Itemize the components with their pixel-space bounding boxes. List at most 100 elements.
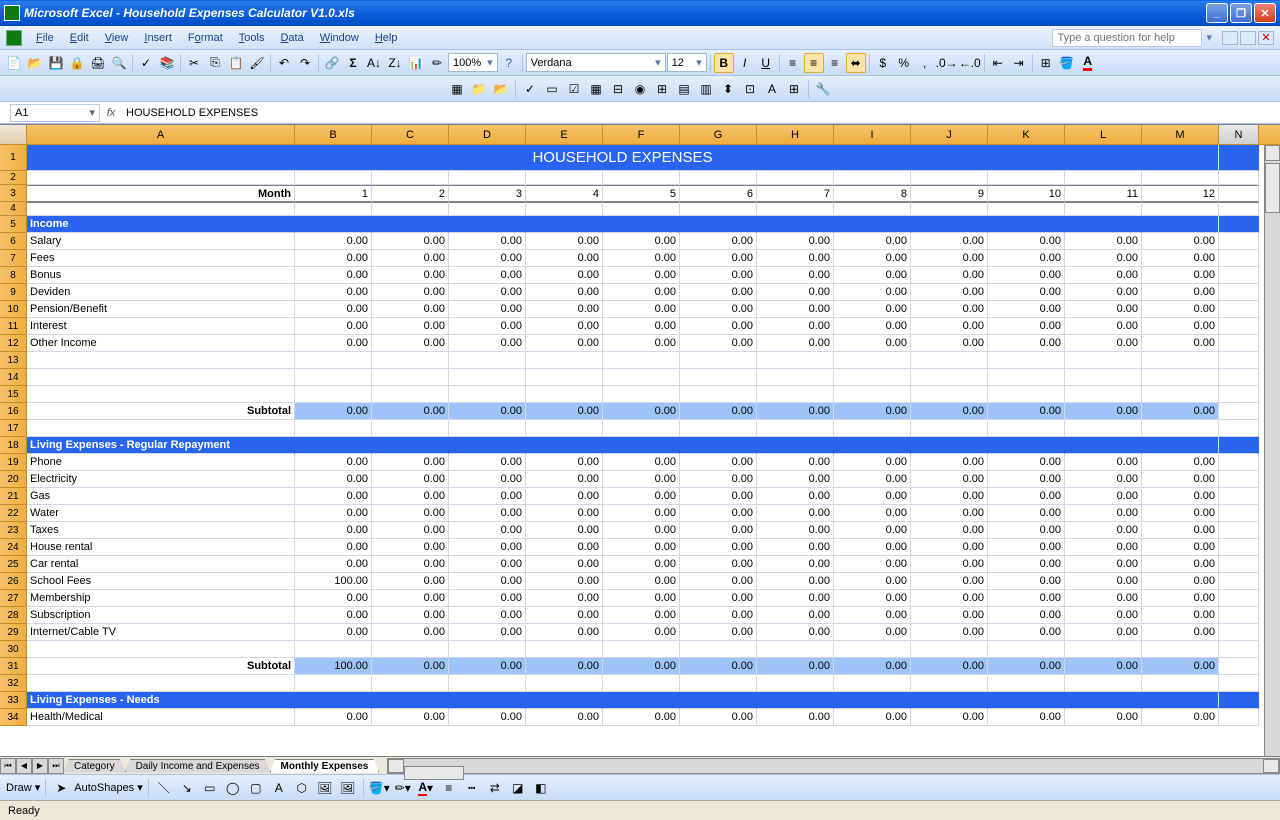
cell[interactable] [295,352,372,369]
cell[interactable]: 100.00 [295,658,372,675]
cell[interactable]: 9 [911,185,988,202]
cell[interactable]: 0.00 [911,539,988,556]
tab-nav-first[interactable]: ⏮ [0,758,16,774]
cell[interactable] [1219,590,1259,607]
row-header[interactable]: 30 [0,641,27,658]
tb2-btn10[interactable]: ⊞ [652,79,672,99]
cell[interactable] [27,352,295,369]
tb2-btn14[interactable]: ⊡ [740,79,760,99]
textbox-icon[interactable]: ▢ [246,778,266,798]
hscroll-right[interactable] [1263,759,1279,773]
cell[interactable]: 0.00 [295,471,372,488]
cell[interactable]: 0.00 [680,488,757,505]
cell[interactable]: 0.00 [1065,488,1142,505]
cell[interactable]: 0.00 [1065,403,1142,420]
cell[interactable]: 0.00 [834,590,911,607]
row-header[interactable]: 29 [0,624,27,641]
cell[interactable]: Interest [27,318,295,335]
cell[interactable]: 0.00 [603,318,680,335]
cell[interactable]: 0.00 [449,267,526,284]
cell[interactable]: Phone [27,454,295,471]
menu-data[interactable]: Data [272,29,311,47]
cell[interactable]: 0.00 [449,658,526,675]
cell[interactable] [1219,624,1259,641]
cell[interactable] [1142,216,1219,233]
row-header[interactable]: 19 [0,454,27,471]
cell[interactable] [911,437,988,454]
cell[interactable]: House rental [27,539,295,556]
row-header[interactable]: 33 [0,692,27,709]
cell[interactable]: 0.00 [911,709,988,726]
cut-icon[interactable]: ✂ [184,53,204,73]
cell[interactable]: Taxes [27,522,295,539]
cell[interactable]: 0.00 [603,709,680,726]
cell[interactable] [680,386,757,403]
cell[interactable] [27,386,295,403]
cell[interactable]: 0.00 [295,250,372,267]
cell[interactable]: 0.00 [603,454,680,471]
cell[interactable]: 0.00 [988,267,1065,284]
cell[interactable]: 0.00 [988,607,1065,624]
cell[interactable]: 0.00 [757,233,834,250]
cell[interactable]: 0.00 [603,284,680,301]
cell[interactable] [1065,216,1142,233]
cell[interactable]: 0.00 [1065,522,1142,539]
cell[interactable] [757,171,834,185]
cell[interactable]: 0.00 [680,590,757,607]
sheet-tab-daily[interactable]: Daily Income and Expenses [125,759,271,773]
cell[interactable] [449,420,526,437]
cell[interactable] [449,352,526,369]
cell[interactable]: 0.00 [911,607,988,624]
col-header-J[interactable]: J [911,125,988,144]
undo-icon[interactable]: ↶ [274,53,294,73]
align-left-icon[interactable]: ≡ [783,53,803,73]
cell[interactable]: 0.00 [1142,233,1219,250]
cell[interactable]: 0.00 [1065,454,1142,471]
cell[interactable]: 0.00 [911,590,988,607]
col-header-G[interactable]: G [680,125,757,144]
cell[interactable]: 0.00 [757,267,834,284]
cell[interactable]: 0.00 [834,318,911,335]
tab-nav-next[interactable]: ▶ [32,758,48,774]
row-header[interactable]: 2 [0,171,27,185]
cell[interactable]: 0.00 [1142,267,1219,284]
cell[interactable]: 7 [757,185,834,202]
decrease-indent-icon[interactable]: ⇤ [988,53,1008,73]
cell[interactable]: 5 [603,185,680,202]
paste-icon[interactable]: 📋 [226,53,246,73]
cell[interactable] [526,675,603,692]
cell[interactable]: 0.00 [295,556,372,573]
cell[interactable] [295,216,372,233]
cell[interactable]: 0.00 [603,590,680,607]
tb2-btn5[interactable]: ▭ [542,79,562,99]
align-center-icon[interactable]: ≡ [804,53,824,73]
cell[interactable] [988,171,1065,185]
grid[interactable]: 1HOUSEHOLD EXPENSES23Month12345678910111… [0,145,1280,726]
menu-view[interactable]: View [97,29,137,47]
cell[interactable]: 0.00 [988,335,1065,352]
cell[interactable]: 0.00 [911,658,988,675]
cell[interactable] [603,692,680,709]
cell[interactable]: 0.00 [603,573,680,590]
cell[interactable]: Car rental [27,556,295,573]
cell[interactable] [1219,454,1259,471]
vertical-scrollbar[interactable] [1264,145,1280,756]
cell[interactable]: 8 [834,185,911,202]
help-dropdown-icon[interactable]: ▾ [1206,31,1212,44]
cell[interactable]: 0.00 [449,573,526,590]
tb2-btn8[interactable]: ⊟ [608,79,628,99]
cell[interactable]: Pension/Benefit [27,301,295,318]
cell[interactable]: Gas [27,488,295,505]
tab-nav-last[interactable]: ⏭ [48,758,64,774]
cell[interactable]: 0.00 [680,301,757,318]
cell[interactable] [757,386,834,403]
cell[interactable] [834,641,911,658]
cell[interactable]: 11 [1065,185,1142,202]
cell[interactable]: 0.00 [603,556,680,573]
cell[interactable]: 0.00 [911,335,988,352]
cell[interactable] [757,352,834,369]
cell[interactable]: 0.00 [911,573,988,590]
cell[interactable] [603,386,680,403]
doc-restore-button[interactable] [1240,31,1256,45]
cell[interactable] [295,641,372,658]
